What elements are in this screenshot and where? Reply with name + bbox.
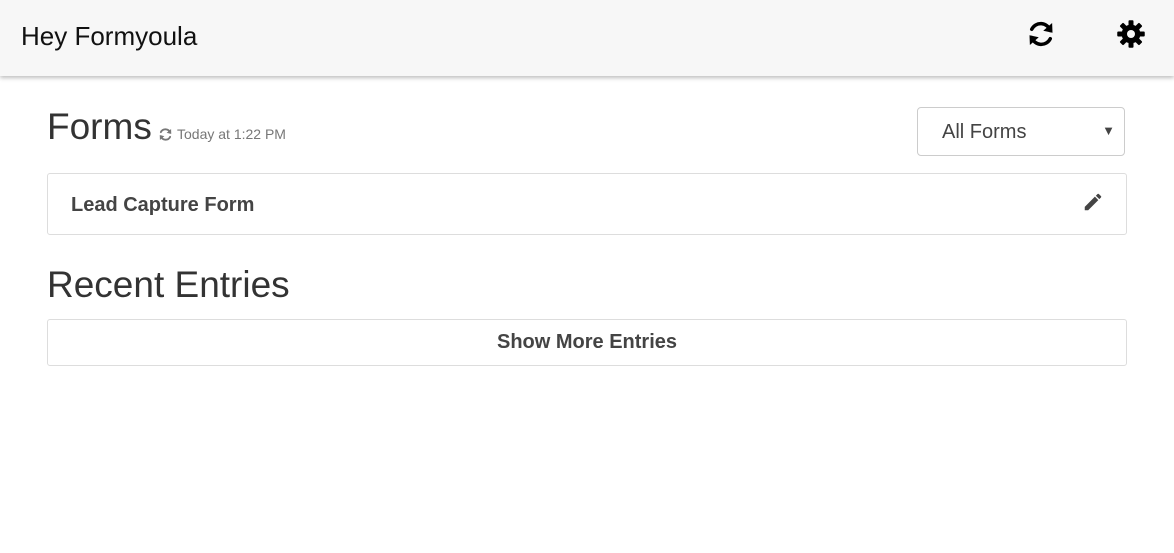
- forms-filter-value: All Forms: [942, 121, 1027, 143]
- sync-status: Today at 1:22 PM: [158, 125, 286, 143]
- forms-header: Forms Today at 1:22 PM All Forms ▼: [47, 76, 1127, 173]
- form-list-item[interactable]: Lead Capture Form: [47, 173, 1127, 235]
- sync-timestamp: Today at 1:22 PM: [177, 126, 286, 142]
- refresh-button[interactable]: [1024, 17, 1058, 51]
- gear-icon: [1117, 20, 1145, 48]
- pencil-icon[interactable]: [1082, 191, 1104, 213]
- caret-down-icon: ▼: [1102, 123, 1115, 138]
- form-name: Lead Capture Form: [71, 194, 255, 216]
- forms-heading: Forms: [47, 106, 152, 147]
- top-bar: Hey Formyoula: [0, 0, 1174, 76]
- recent-entries-heading: Recent Entries: [47, 264, 290, 305]
- settings-button[interactable]: [1114, 17, 1148, 51]
- app-title: Hey Formyoula: [21, 21, 198, 51]
- forms-filter-select[interactable]: All Forms ▼: [917, 107, 1125, 156]
- main-content: Forms Today at 1:22 PM All Forms ▼ Lead …: [47, 76, 1127, 366]
- refresh-icon: [159, 127, 172, 141]
- refresh-icon: [1029, 21, 1053, 47]
- show-more-entries-button[interactable]: Show More Entries: [47, 319, 1127, 366]
